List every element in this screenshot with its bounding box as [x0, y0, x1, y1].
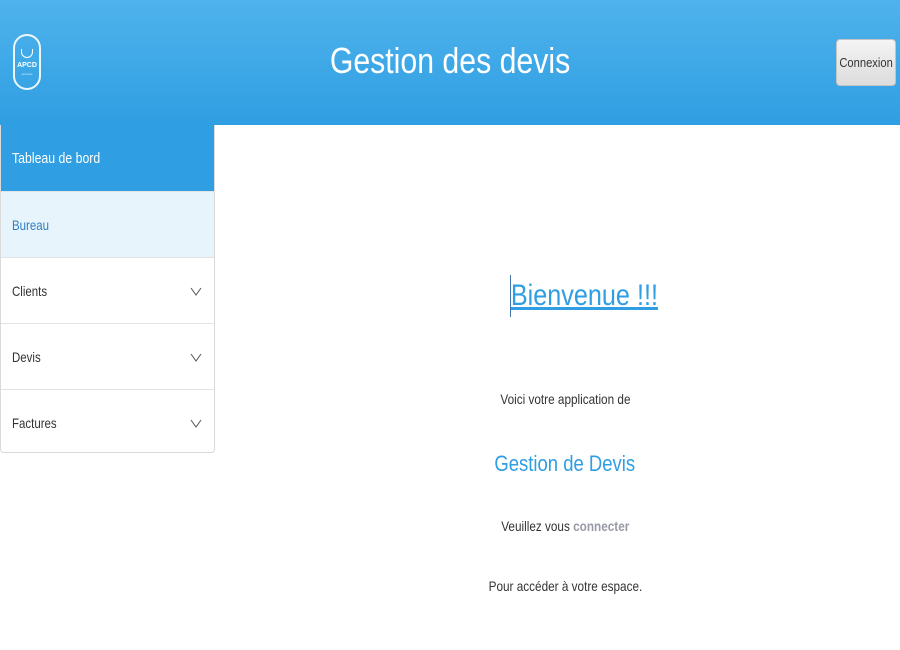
- logo-emblem-icon: [21, 48, 33, 58]
- login-button[interactable]: Connexion: [836, 39, 896, 86]
- logo-text: APCD: [17, 61, 37, 69]
- sidebar-item-label: Factures: [12, 414, 57, 431]
- login-prompt-prefix: Veuillez vous: [500, 518, 570, 534]
- apcd-logo[interactable]: APCD services: [13, 34, 41, 90]
- app-name-heading: Gestion de Devis: [215, 451, 900, 477]
- sidebar-header[interactable]: Tableau de bord: [1, 125, 214, 191]
- chevron-down-icon[interactable]: [190, 417, 202, 429]
- sidebar: Tableau de bord Bureau Clients Devis Fac…: [0, 125, 215, 453]
- login-link[interactable]: connecter: [573, 518, 629, 534]
- sidebar-item-label: Bureau: [12, 216, 50, 233]
- sidebar-item-bureau[interactable]: Bureau: [1, 191, 214, 257]
- intro-text-label: Voici votre application de: [499, 391, 631, 407]
- main-content: Bienvenue !!! Voici votre application de…: [215, 125, 900, 650]
- sidebar-item-factures[interactable]: Factures: [1, 389, 214, 452]
- login-button-label: Connexion: [839, 55, 893, 70]
- welcome-heading[interactable]: Bienvenue !!!: [510, 275, 658, 317]
- sidebar-item-label: Devis: [12, 348, 41, 365]
- sidebar-header-label: Tableau de bord: [12, 149, 101, 167]
- chevron-down-icon[interactable]: [190, 351, 202, 363]
- page-title: Gestion des devis: [329, 40, 571, 81]
- access-text: Pour accéder à votre espace.: [215, 578, 900, 594]
- intro-text: Voici votre application de: [215, 391, 900, 407]
- sidebar-item-clients[interactable]: Clients: [1, 257, 214, 323]
- logo-subtext: services: [21, 71, 33, 76]
- chevron-down-icon[interactable]: [190, 285, 202, 297]
- sidebar-item-devis[interactable]: Devis: [1, 323, 214, 389]
- app-header: APCD services Gestion des devis Connexio…: [0, 0, 900, 125]
- login-prompt: Veuillez vous connecter: [215, 518, 900, 534]
- sidebar-item-label: Clients: [12, 282, 48, 299]
- app-name-label: Gestion de Devis: [494, 451, 636, 476]
- access-text-label: Pour accéder à votre espace.: [488, 578, 642, 594]
